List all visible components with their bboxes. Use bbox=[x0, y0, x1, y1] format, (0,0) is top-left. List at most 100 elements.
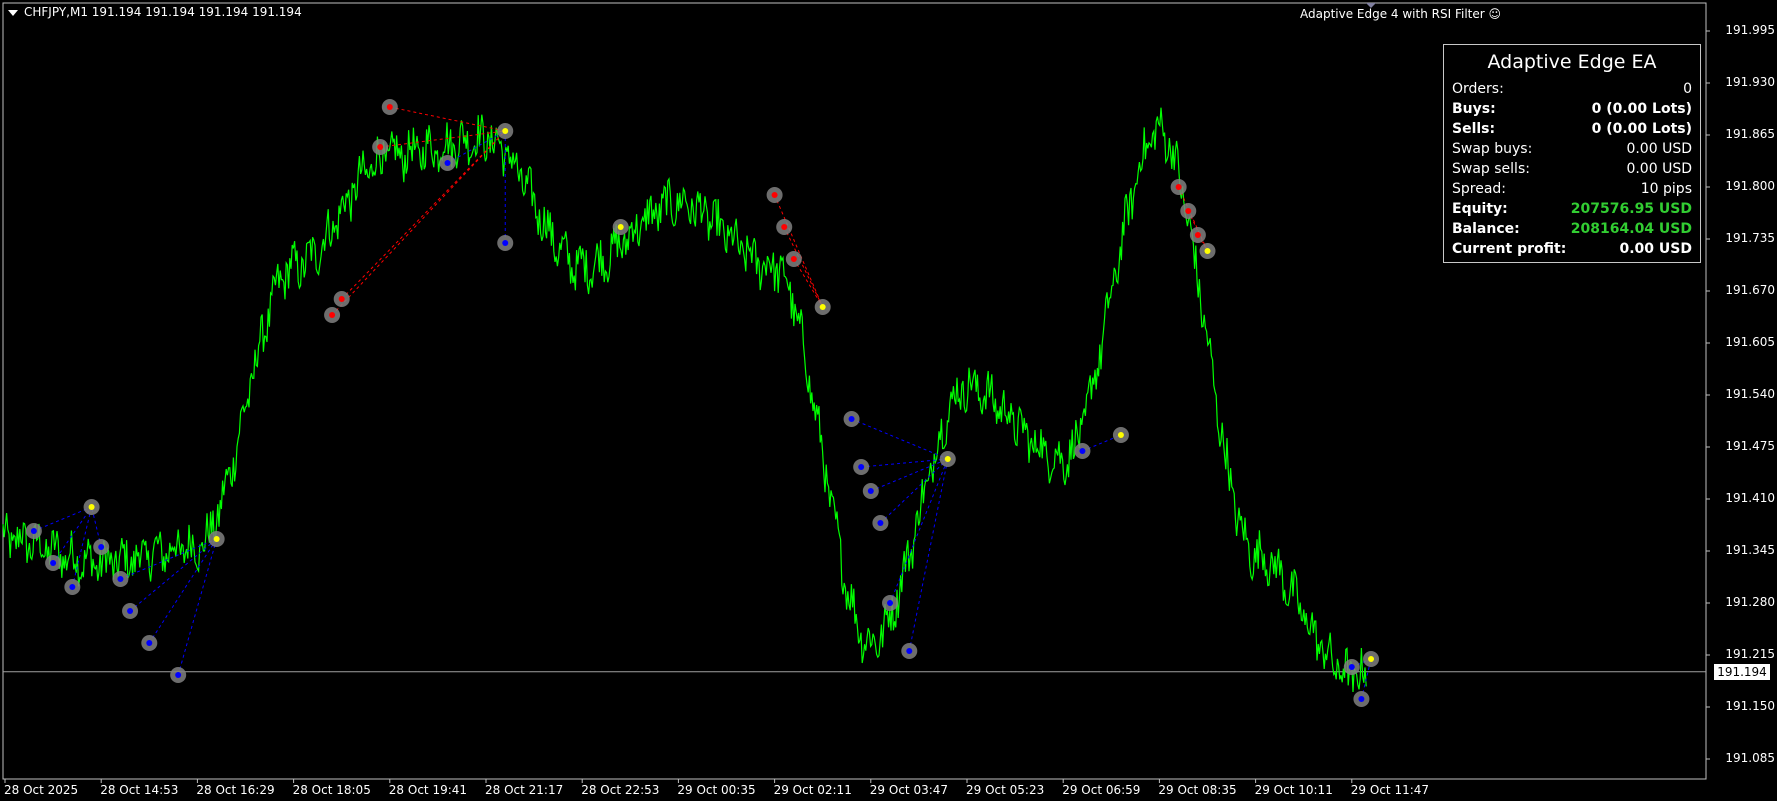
sell-marker bbox=[372, 139, 389, 155]
price-label: 191.670 bbox=[1725, 283, 1775, 297]
close-marker-dot bbox=[88, 504, 95, 510]
sell-connector bbox=[774, 194, 824, 308]
sell-marker bbox=[766, 187, 783, 203]
sell-marker bbox=[333, 291, 350, 307]
time-label: 28 Oct 22:53 bbox=[581, 783, 660, 797]
price-label: 191.150 bbox=[1725, 699, 1775, 713]
time-label: 29 Oct 06:59 bbox=[1062, 783, 1141, 797]
sell-marker-dot bbox=[1194, 232, 1201, 238]
sell-connector bbox=[783, 226, 824, 308]
buy-marker-dot bbox=[877, 520, 884, 526]
buy-marker bbox=[25, 523, 42, 539]
price-label: 191.410 bbox=[1725, 491, 1775, 505]
dropdown-triangle-icon[interactable] bbox=[8, 9, 18, 16]
close-marker-dot bbox=[617, 224, 624, 230]
time-label: 28 Oct 18:05 bbox=[292, 783, 371, 797]
sell-connector bbox=[380, 130, 506, 148]
symbol-quote-text: CHFJPY,M1 191.194 191.194 191.194 191.19… bbox=[24, 5, 302, 19]
close-marker-dot bbox=[819, 304, 826, 310]
buy-marker-dot bbox=[30, 528, 37, 534]
buy-marker-dot bbox=[175, 672, 182, 678]
price-label: 191.800 bbox=[1725, 179, 1775, 193]
close-marker bbox=[208, 531, 225, 547]
close-marker-dot bbox=[1204, 248, 1211, 254]
panel-row-value: 0.00 USD bbox=[1619, 241, 1693, 257]
buy-marker bbox=[1353, 691, 1370, 707]
buy-marker bbox=[843, 411, 860, 427]
price-label: 191.280 bbox=[1725, 595, 1775, 609]
close-marker-dot bbox=[213, 536, 220, 542]
buy-marker-dot bbox=[1079, 448, 1086, 454]
sell-marker-dot bbox=[781, 224, 788, 230]
price-line-series bbox=[2, 107, 1367, 693]
time-label: 28 Oct 2025 bbox=[4, 783, 79, 797]
panel-row-label: Current profit: bbox=[1452, 241, 1567, 257]
close-marker bbox=[939, 451, 956, 467]
price-label: 191.540 bbox=[1725, 387, 1775, 401]
panel-row: Swap buys: 0.00 USD bbox=[1452, 139, 1692, 159]
buy-marker-dot bbox=[98, 544, 105, 550]
close-marker bbox=[1199, 243, 1216, 259]
buy-marker bbox=[901, 643, 918, 659]
sell-connector bbox=[331, 130, 506, 316]
current-price-tag: 191.194 bbox=[1714, 663, 1770, 680]
sell-marker bbox=[785, 251, 802, 267]
buy-marker-dot bbox=[887, 600, 894, 606]
price-label: 191.475 bbox=[1725, 439, 1775, 453]
buy-connector bbox=[889, 458, 949, 604]
buy-marker bbox=[882, 595, 899, 611]
buy-connector bbox=[33, 506, 92, 532]
buy-connector bbox=[861, 458, 948, 468]
close-marker-dot bbox=[502, 128, 509, 134]
buy-connector bbox=[851, 418, 948, 460]
buy-marker bbox=[1074, 443, 1091, 459]
time-label: 29 Oct 10:11 bbox=[1254, 783, 1333, 797]
expert-advisor-label[interactable]: Adaptive Edge 4 with RSI Filter ☺ bbox=[1300, 7, 1501, 21]
panel-row-label: Spread: bbox=[1452, 181, 1507, 197]
panel-row-label: Orders: bbox=[1452, 81, 1504, 97]
buy-marker bbox=[1343, 659, 1360, 675]
time-label: 29 Oct 02:11 bbox=[773, 783, 852, 797]
close-marker bbox=[612, 219, 629, 235]
time-label: 29 Oct 11:47 bbox=[1350, 783, 1430, 797]
buy-marker bbox=[439, 155, 456, 171]
sell-marker bbox=[1189, 227, 1206, 243]
price-label: 191.735 bbox=[1725, 231, 1775, 245]
price-label: 191.085 bbox=[1725, 751, 1775, 765]
buy-marker-dot bbox=[1348, 664, 1355, 670]
panel-row: Sells: 0 (0.00 Lots) bbox=[1452, 119, 1692, 139]
buy-marker bbox=[93, 539, 110, 555]
sell-marker-dot bbox=[1175, 184, 1182, 190]
panel-row-label: Swap sells: bbox=[1452, 161, 1530, 177]
buy-marker-dot bbox=[502, 240, 509, 246]
buy-marker bbox=[45, 555, 62, 571]
price-label: 191.605 bbox=[1725, 335, 1775, 349]
panel-row-value: 0 (0.00 Lots) bbox=[1591, 101, 1692, 117]
panel-title: Adaptive Edge EA bbox=[1487, 51, 1657, 73]
chart-window[interactable]: CHFJPY,M1 191.194 191.194 191.194 191.19… bbox=[0, 0, 1777, 801]
buy-connector bbox=[908, 458, 949, 652]
price-label: 191.215 bbox=[1725, 647, 1775, 661]
price-label: 191.345 bbox=[1725, 543, 1775, 557]
price-label: 191.930 bbox=[1725, 75, 1775, 89]
close-marker bbox=[814, 299, 831, 315]
buy-connector bbox=[148, 538, 218, 644]
sell-marker-dot bbox=[790, 256, 797, 262]
buy-marker bbox=[862, 483, 879, 499]
panel-row-label: Balance: bbox=[1452, 221, 1520, 237]
sell-marker-dot bbox=[329, 312, 336, 318]
buy-marker bbox=[170, 667, 187, 683]
buy-marker bbox=[497, 235, 514, 251]
close-marker-dot bbox=[1368, 656, 1375, 662]
time-label: 28 Oct 16:29 bbox=[196, 783, 275, 797]
panel-row-value: 207576.95 USD bbox=[1570, 201, 1692, 217]
panel-row-label: Equity: bbox=[1452, 201, 1508, 217]
sell-connector bbox=[793, 258, 824, 308]
panel-row: Swap sells: 0.00 USD bbox=[1452, 159, 1692, 179]
buy-marker-dot bbox=[906, 648, 913, 654]
sell-marker-dot bbox=[1185, 208, 1192, 214]
panel-row: Spread: 10 pips bbox=[1452, 179, 1692, 199]
close-marker bbox=[83, 499, 100, 515]
sell-marker bbox=[324, 307, 341, 323]
buy-marker-dot bbox=[867, 488, 874, 494]
